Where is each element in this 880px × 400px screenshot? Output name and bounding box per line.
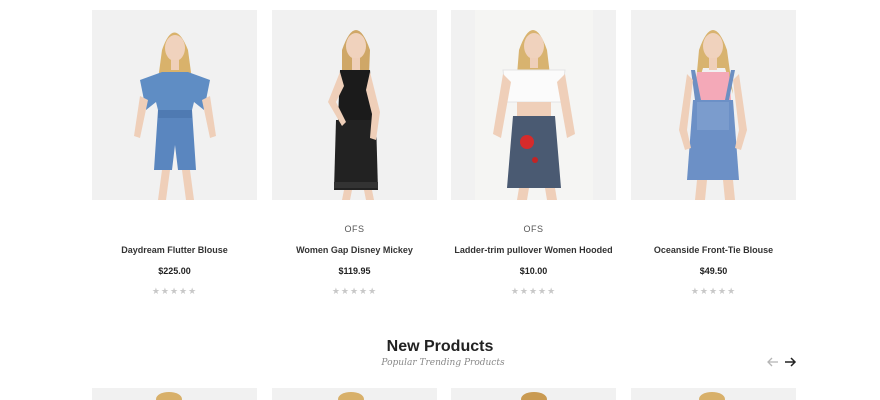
- product-title[interactable]: Daydream Flutter Blouse: [92, 245, 257, 255]
- rating-stars-icon: ★★★★★: [690, 286, 737, 296]
- rating-stars-icon: ★★★★★: [510, 286, 557, 296]
- product-vendor: OFS: [523, 224, 544, 234]
- product-card[interactable]: OFS Women Gap Disney Mickey $119.95 ★★★★…: [272, 10, 437, 310]
- product-title[interactable]: Women Gap Disney Mickey: [272, 245, 437, 255]
- product-price: $10.00: [519, 266, 548, 276]
- arrow-right-icon[interactable]: [783, 355, 797, 369]
- product-image[interactable]: [92, 388, 257, 400]
- section-title: New Products: [386, 338, 494, 355]
- arrow-left-icon[interactable]: [766, 355, 780, 369]
- product-image[interactable]: [451, 388, 616, 400]
- model-white-top-denim-skirt: [451, 10, 616, 200]
- rating-stars-icon: ★★★★★: [331, 286, 378, 296]
- product-title[interactable]: Ladder-trim pullover Women Hooded: [451, 245, 616, 255]
- product-card[interactable]: Oceanside Front-Tie Blouse $49.50 ★★★★★: [631, 10, 796, 310]
- model-black-lace-romper: [272, 10, 437, 200]
- new-products-row: [92, 388, 796, 400]
- product-price: $225.00: [158, 266, 191, 276]
- product-image[interactable]: [451, 10, 616, 200]
- section-subtitle: Popular Trending Products: [381, 358, 505, 368]
- new-products-header: New Products Popular Trending Products: [0, 338, 880, 368]
- product-card[interactable]: OFS Ladder-trim pullover Women Hooded $1…: [451, 10, 616, 310]
- product-image[interactable]: [631, 10, 796, 200]
- product-image[interactable]: [272, 388, 437, 400]
- product-price: $119.95: [338, 266, 371, 276]
- product-price: $49.50: [699, 266, 728, 276]
- model-denim-overalls: [631, 10, 796, 200]
- product-grid: Daydream Flutter Blouse $225.00 ★★★★★ OF…: [92, 10, 796, 310]
- product-image[interactable]: [631, 388, 796, 400]
- product-title[interactable]: Oceanside Front-Tie Blouse: [631, 245, 796, 255]
- rating-stars-icon: ★★★★★: [151, 286, 198, 296]
- product-image[interactable]: [92, 10, 257, 200]
- product-image[interactable]: [272, 10, 437, 200]
- product-card[interactable]: Daydream Flutter Blouse $225.00 ★★★★★: [92, 10, 257, 310]
- product-vendor: OFS: [344, 224, 365, 234]
- model-denim-romper: [92, 10, 257, 200]
- carousel-nav: [766, 355, 798, 369]
